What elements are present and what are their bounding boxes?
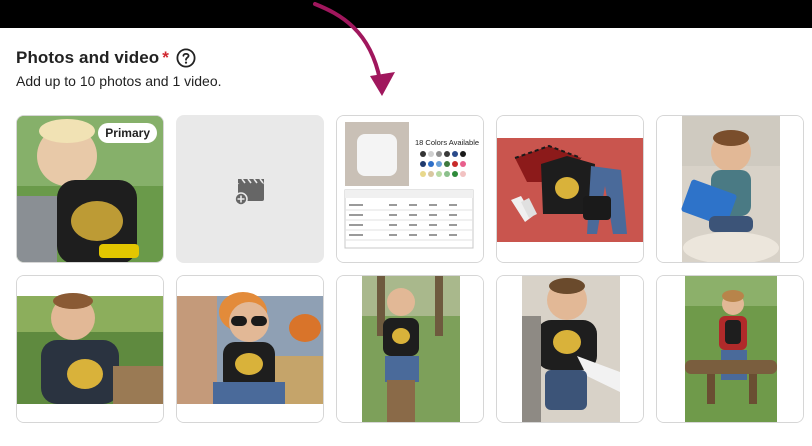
colors-available-label: 18 Colors Available <box>415 138 480 147</box>
photo-tile[interactable] <box>176 275 324 423</box>
toddler-sunglasses-photo <box>177 276 323 422</box>
toddler-on-stump-photo <box>337 276 483 422</box>
flat-lay-photo <box>497 116 643 262</box>
photo-tile[interactable] <box>496 275 644 423</box>
photo-tile-primary[interactable]: Primary <box>16 115 164 263</box>
required-marker: * <box>162 48 169 67</box>
photo-tile[interactable] <box>656 115 804 263</box>
add-video-clapperboard-icon <box>234 178 264 205</box>
section-title: Photos and video <box>16 48 160 67</box>
photo-tile[interactable] <box>336 275 484 423</box>
section-subtitle: Add up to 10 photos and 1 video. <box>16 73 222 89</box>
size-chart-tile[interactable]: 18 Colors Available <box>336 115 484 263</box>
question-circle-icon[interactable] <box>176 48 196 68</box>
toddler-with-book-photo <box>657 116 803 262</box>
toddler-on-log-photo <box>657 276 803 422</box>
section-header: Photos and video * <box>16 48 196 68</box>
add-media-tile[interactable] <box>176 115 324 263</box>
photo-tile[interactable] <box>656 275 804 423</box>
toddler-lying-photo <box>497 276 643 422</box>
photo-tile[interactable] <box>496 115 644 263</box>
primary-badge: Primary <box>98 123 157 143</box>
toddler-outdoors-photo <box>17 276 163 422</box>
photo-tile[interactable] <box>16 275 164 423</box>
curved-arrow-icon <box>313 2 395 96</box>
